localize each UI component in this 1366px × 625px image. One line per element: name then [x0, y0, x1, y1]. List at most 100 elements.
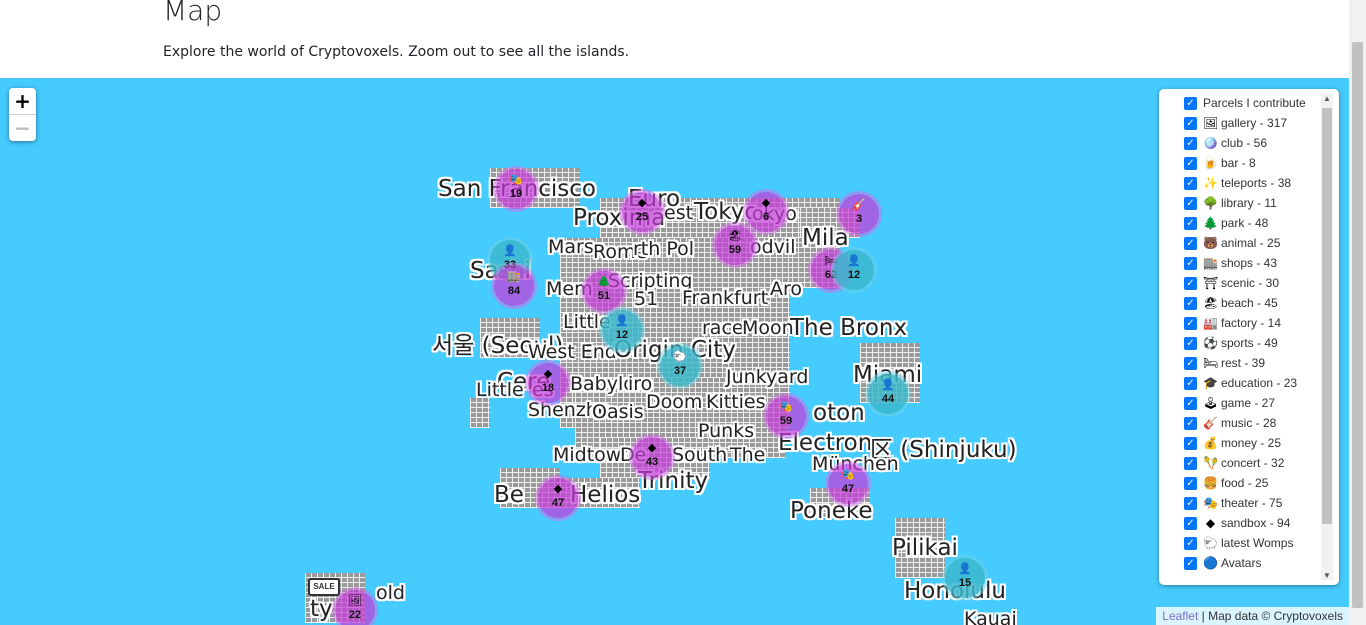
layer-checkbox[interactable]: ✓ — [1184, 96, 1197, 110]
map-place-label: Helios — [570, 482, 641, 508]
scroll-up-arrow-icon[interactable]: ▲ — [1323, 94, 1331, 103]
marker-cluster[interactable]: ◆ 43 — [632, 437, 672, 477]
layer-toggle[interactable]: ✓ 🐻 animal - 25 — [1184, 233, 1280, 253]
marker-cluster[interactable]: ◆ 6 — [746, 192, 786, 232]
layer-toggle[interactable]: ✓ 🏬 shops - 43 — [1184, 253, 1277, 273]
marker-cluster[interactable]: 👤 44 — [868, 374, 908, 414]
cluster-count: 43 — [645, 456, 659, 468]
sandbox-icon: ◆ — [543, 368, 553, 380]
sandbox-icon: ◆ — [761, 197, 771, 209]
layer-checkbox[interactable]: ✓ — [1184, 416, 1197, 430]
marker-cluster[interactable]: 🐑 37 — [660, 346, 700, 386]
layer-checkbox[interactable]: ✓ — [1184, 356, 1197, 370]
map[interactable]: San FranciscoEuroProximaestTokyookyoMila… — [0, 78, 1349, 625]
layer-checkbox[interactable]: ✓ — [1184, 116, 1197, 130]
layer-checkbox[interactable]: ✓ — [1184, 336, 1197, 350]
layer-toggle[interactable]: ✓ 🎸 music - 28 — [1184, 413, 1276, 433]
layer-checkbox[interactable]: ✓ — [1184, 516, 1197, 530]
beach-icon: 🏖 — [728, 230, 742, 242]
marker-cluster[interactable]: 👤 12 — [602, 310, 642, 350]
zoom-in-button[interactable]: + — [9, 88, 36, 114]
marker-cluster[interactable]: 👤 15 — [945, 558, 985, 598]
layer-toggle[interactable]: ✓ ✨ teleports - 38 — [1184, 173, 1291, 193]
layer-checkbox[interactable]: ✓ — [1184, 156, 1197, 170]
layer-checkbox[interactable]: ✓ — [1184, 176, 1197, 190]
avatar-icon: 👤 — [958, 563, 972, 575]
music-icon: 🎸 — [852, 199, 866, 211]
map-place-label: Mars — [548, 236, 594, 258]
map-place-label: Aro — [770, 278, 803, 300]
layer-toggle[interactable]: ✓ 🍺 bar - 8 — [1184, 153, 1256, 173]
layer-toggle[interactable]: ✓ 🎭 theater - 75 — [1184, 493, 1282, 513]
marker-cluster[interactable]: 👤 12 — [834, 250, 874, 290]
marker-cluster[interactable]: 🏖 59 — [715, 225, 755, 265]
map-place-label: The — [730, 444, 766, 466]
layer-checkbox[interactable]: ✓ — [1184, 376, 1197, 390]
layer-checkbox[interactable]: ✓ — [1184, 556, 1197, 570]
layers-scrollbar[interactable]: ▲ ▼ — [1321, 94, 1333, 580]
layer-checkbox[interactable]: ✓ — [1184, 536, 1197, 550]
page-scroll-thumb[interactable] — [1352, 42, 1363, 608]
layer-checkbox[interactable]: ✓ — [1184, 256, 1197, 270]
layer-label: game - 27 — [1221, 396, 1276, 410]
layer-checkbox[interactable]: ✓ — [1184, 496, 1197, 510]
layer-checkbox[interactable]: ✓ — [1184, 136, 1197, 150]
layer-toggle[interactable]: ✓ 🪇 concert - 32 — [1184, 453, 1284, 473]
layer-checkbox[interactable]: ✓ — [1184, 296, 1197, 310]
club-icon: 🪩 — [1203, 136, 1218, 150]
education-icon: 🎓 — [1203, 376, 1218, 390]
sale-sign-icon[interactable]: SALE — [308, 578, 340, 596]
marker-cluster[interactable]: ◆ 47 — [538, 478, 578, 518]
cluster-count: 3 — [855, 213, 863, 225]
marker-cluster[interactable]: 🏬 84 — [494, 266, 534, 306]
layer-toggle[interactable]: ✓ ⛩ scenic - 30 — [1184, 273, 1279, 293]
layer-checkbox[interactable]: ✓ — [1184, 316, 1197, 330]
zoom-out-button[interactable]: − — [9, 114, 36, 141]
layers-scroll-thumb[interactable] — [1322, 108, 1332, 524]
cluster-count: 15 — [958, 577, 972, 589]
avatar-icon: 👤 — [615, 315, 629, 327]
layer-label: animal - 25 — [1221, 236, 1281, 250]
page-scrollbar[interactable] — [1349, 0, 1366, 625]
layer-checkbox[interactable]: ✓ — [1184, 276, 1197, 290]
layer-toggle[interactable]: ✓ 🕹 game - 27 — [1184, 393, 1275, 413]
layer-toggle[interactable]: ✓ 🔵 Avatars — [1184, 553, 1261, 573]
layer-checkbox[interactable]: ✓ — [1184, 196, 1197, 210]
layer-toggle[interactable]: ✓ 🏭 factory - 14 — [1184, 313, 1281, 333]
shops-icon: 🏬 — [1203, 256, 1218, 270]
scroll-down-arrow-icon[interactable]: ▼ — [1323, 571, 1331, 580]
layer-toggle[interactable]: ✓ 🖼 gallery - 317 — [1184, 113, 1287, 133]
layer-toggle[interactable]: ✓ 🎓 education - 23 — [1184, 373, 1297, 393]
layer-checkbox[interactable]: ✓ — [1184, 216, 1197, 230]
layer-toggle[interactable]: ✓ ⚽ sports - 49 — [1184, 333, 1278, 353]
layer-toggle[interactable]: ✓ 🍔 food - 25 — [1184, 473, 1268, 493]
marker-cluster[interactable]: 🌲 51 — [584, 271, 624, 311]
marker-cluster[interactable]: 🎭 47 — [828, 464, 868, 504]
layer-toggle[interactable]: ✓ 🛏 rest - 39 — [1184, 353, 1265, 373]
layer-label: latest Womps — [1221, 536, 1294, 550]
layer-toggle[interactable]: ✓ 🌲 park - 48 — [1184, 213, 1268, 233]
marker-cluster[interactable]: 🎸 3 — [839, 194, 879, 234]
layer-checkbox[interactable]: ✓ — [1184, 236, 1197, 250]
layer-toggle[interactable]: ✓ 🪩 club - 56 — [1184, 133, 1267, 153]
leaflet-link[interactable]: Leaflet — [1162, 609, 1198, 623]
marker-cluster[interactable]: ◆ 25 — [622, 192, 662, 232]
layer-toggle[interactable]: ✓ 💰 money - 25 — [1184, 433, 1281, 453]
layer-checkbox[interactable]: ✓ — [1184, 396, 1197, 410]
layer-label: teleports - 38 — [1221, 176, 1292, 190]
layer-toggle[interactable]: ✓ 🐑 latest Womps — [1184, 533, 1293, 553]
map-attribution: Leaflet | Map data © Cryptovoxels — [1156, 607, 1349, 625]
layer-toggle[interactable]: ✓ 🌳 library - 11 — [1184, 193, 1277, 213]
layer-checkbox[interactable]: ✓ — [1184, 476, 1197, 490]
marker-cluster[interactable]: 🎭 59 — [766, 396, 806, 436]
layer-toggle[interactable]: ✓ Parcels I contribute — [1184, 93, 1306, 113]
layer-checkbox[interactable]: ✓ — [1184, 436, 1197, 450]
marker-cluster[interactable]: 🎭 19 — [496, 169, 536, 209]
avatar-icon: 👤 — [881, 379, 895, 391]
marker-cluster[interactable]: 🖼 22 — [335, 590, 375, 625]
layer-toggle[interactable]: ✓ ◆ sandbox - 94 — [1184, 513, 1290, 533]
layer-checkbox[interactable]: ✓ — [1184, 456, 1197, 470]
parcel-block[interactable] — [470, 398, 490, 428]
layer-toggle[interactable]: ✓ 🏖 beach - 45 — [1184, 293, 1278, 313]
marker-cluster[interactable]: ◆ 18 — [528, 363, 568, 403]
